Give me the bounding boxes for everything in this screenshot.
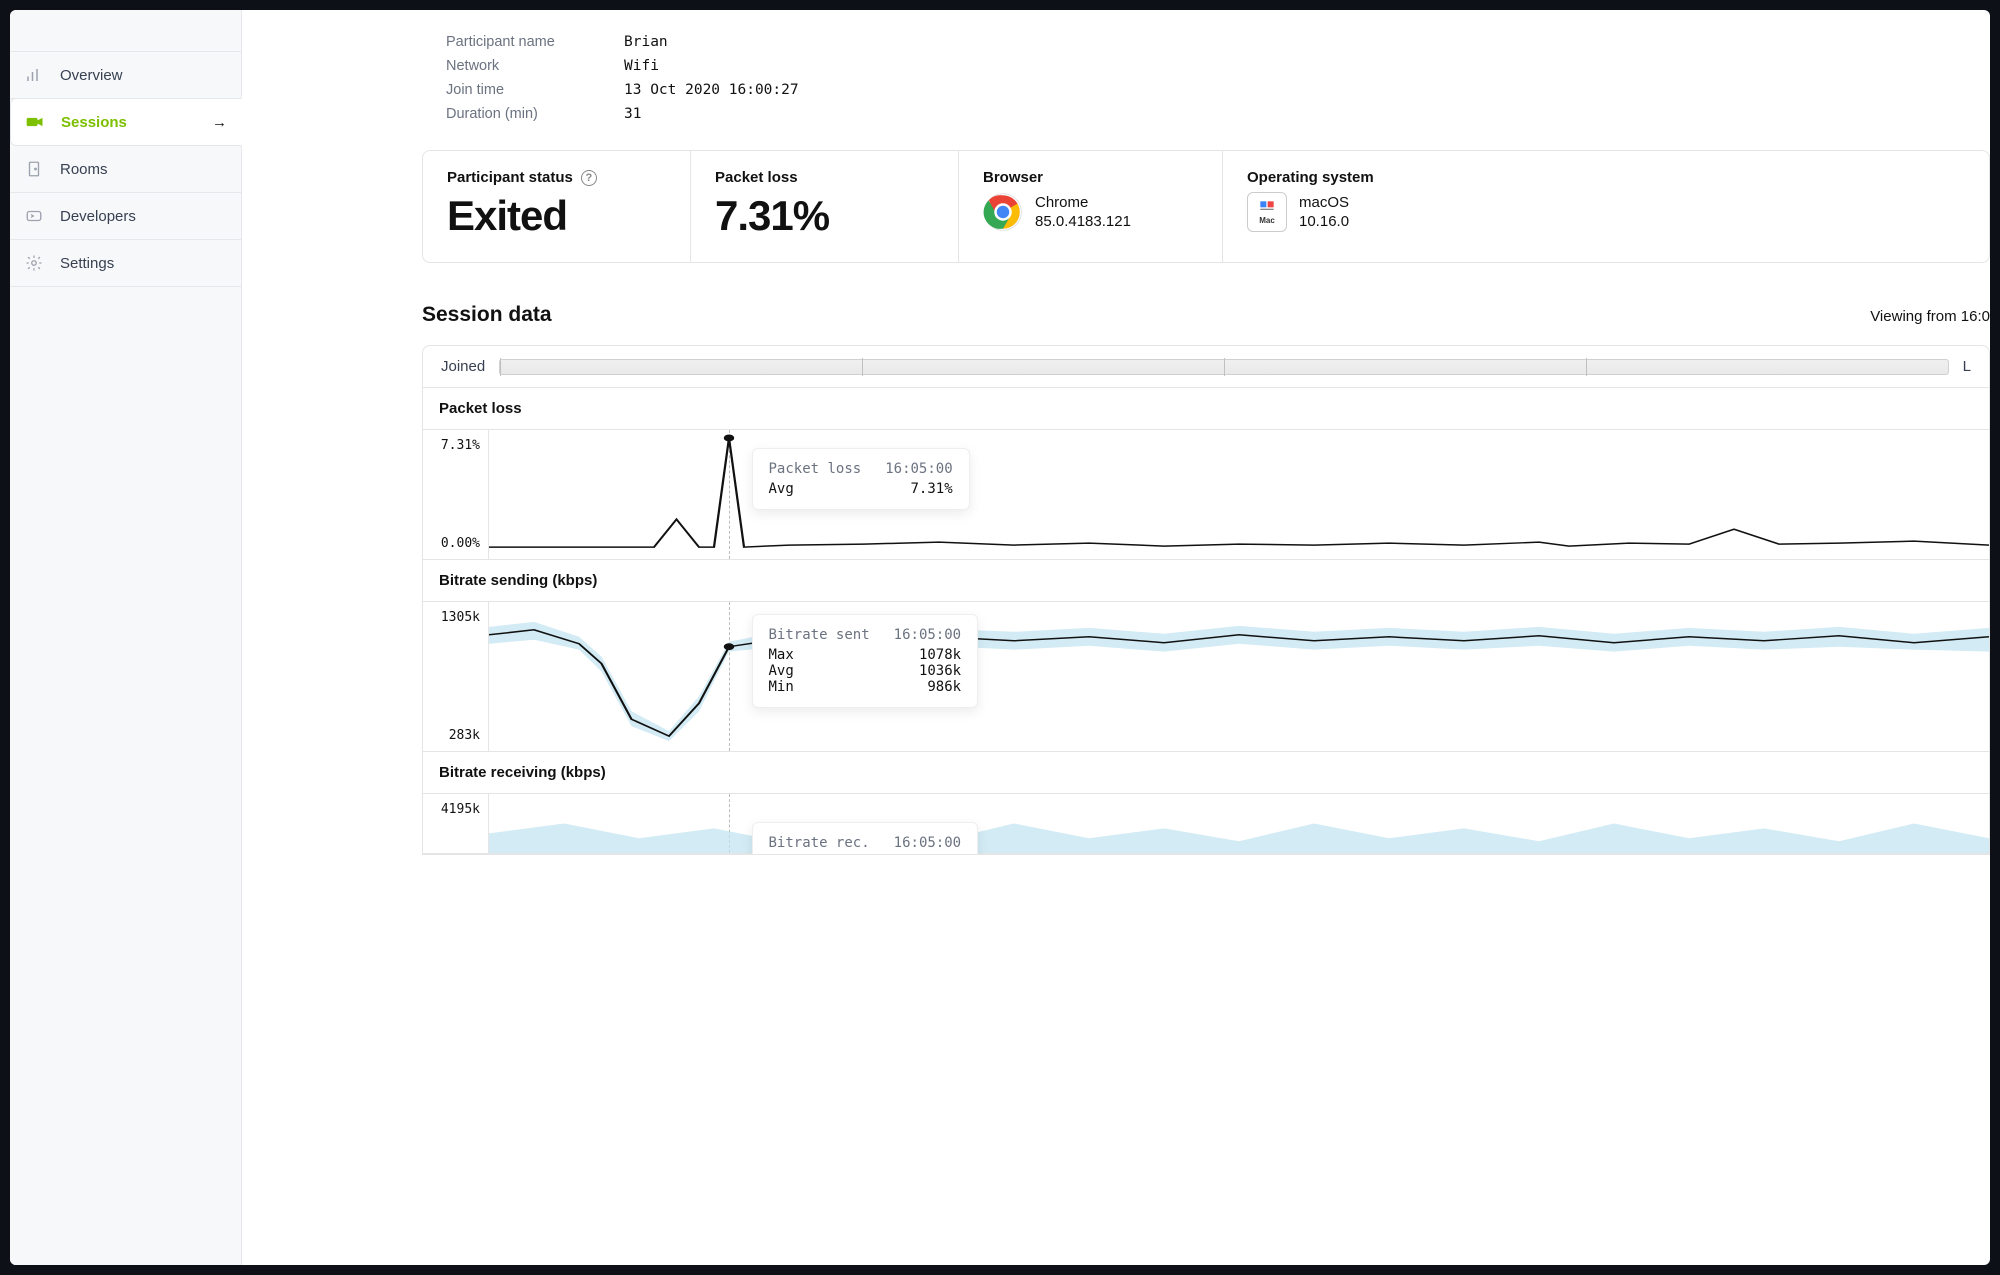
timeline-joined-label: Joined — [441, 358, 485, 375]
tooltip-time: 16:05:00 — [885, 461, 952, 477]
session-data-header: Session data Viewing from 16:0 — [422, 303, 1990, 327]
browser-version: 85.0.4183.121 — [1035, 212, 1131, 232]
chart-bitrate-receiving-title: Bitrate receiving (kbps) — [423, 752, 1989, 793]
sidebar-item-overview[interactable]: Overview — [10, 52, 241, 99]
chart-packet-loss-plot[interactable]: Packet loss 16:05:00 Avg 7.31% — [489, 430, 1989, 559]
sidebar-item-label: Rooms — [60, 161, 108, 178]
chart-bitrate-sending-title: Bitrate sending (kbps) — [423, 560, 1989, 601]
card-status-value: Exited — [447, 192, 666, 240]
yaxis-min: 0.00% — [423, 536, 480, 551]
tooltip-max-value: 1078k — [919, 647, 961, 663]
meta-label-join-time: Join time — [446, 82, 624, 98]
tooltip-packet-loss: Packet loss 16:05:00 Avg 7.31% — [752, 448, 970, 510]
chart-packet-loss-title: Packet loss — [423, 388, 1989, 429]
card-packet-loss-label: Packet loss — [715, 169, 934, 186]
mac-icon: Mac — [1247, 192, 1287, 232]
sidebar-logo-area — [10, 10, 241, 52]
sidebar-item-sessions[interactable]: Sessions → — [10, 98, 242, 146]
browser-name: Chrome — [1035, 193, 1131, 213]
tooltip-bitrate-receiving: Bitrate rec. 16:05:00 — [752, 822, 979, 855]
chart-bitrate-sending-yaxis: 1305k 283k — [423, 602, 489, 751]
meta-value-join-time: 13 Oct 2020 16:00:27 — [624, 82, 799, 98]
tooltip-title: Packet loss — [769, 461, 862, 477]
meta-value-duration: 31 — [624, 106, 641, 122]
sidebar-item-label: Developers — [60, 208, 136, 225]
card-os-label: Operating system — [1247, 169, 1965, 186]
yaxis-max: 4195k — [423, 802, 480, 817]
timeline-left-label: L — [1963, 358, 1971, 375]
meta-label-network: Network — [446, 58, 624, 74]
meta-label-duration: Duration (min) — [446, 106, 624, 122]
card-browser-label: Browser — [983, 169, 1198, 186]
tooltip-avg-label: Avg — [769, 663, 794, 679]
card-os: Operating system Mac macOS 10.16.0 — [1223, 151, 1989, 262]
card-browser: Browser — [959, 151, 1223, 262]
yaxis-max: 7.31% — [423, 438, 480, 453]
sidebar-item-label: Overview — [60, 67, 123, 84]
tooltip-min-value: 986k — [927, 679, 961, 695]
gear-icon — [24, 253, 44, 273]
main-content: Participant name Brian Network Wifi Join… — [242, 10, 1990, 1265]
charts-panel: Joined L Packet loss 7.31% 0.00% — [422, 345, 1990, 855]
tooltip-bitrate-sending: Bitrate sent 16:05:00 Max 1078k Avg 1036… — [752, 614, 979, 708]
card-status-label: Participant status — [447, 169, 573, 186]
help-icon[interactable]: ? — [581, 170, 597, 186]
arrow-right-icon: → — [212, 114, 227, 131]
sidebar-item-label: Settings — [60, 255, 114, 272]
sidebar-item-rooms[interactable]: Rooms — [10, 146, 241, 193]
sidebar-item-developers[interactable]: Developers — [10, 193, 241, 240]
meta-label-name: Participant name — [446, 34, 624, 50]
tooltip-time: 16:05:00 — [894, 835, 961, 851]
chart-bitrate-sending: Bitrate sending (kbps) 1305k 283k — [423, 560, 1989, 752]
card-packet-loss: Packet loss 7.31% — [691, 151, 959, 262]
chart-bitrate-receiving-plot[interactable]: Bitrate rec. 16:05:00 — [489, 794, 1989, 853]
timeline-scrubber[interactable] — [499, 359, 1948, 375]
stats-cards: Participant status ? Exited Packet loss … — [422, 150, 1990, 263]
yaxis-min: 283k — [423, 728, 480, 743]
sidebar: Overview Sessions → Rooms Developers — [10, 10, 242, 1265]
door-icon — [24, 159, 44, 179]
chart-bitrate-sending-plot[interactable]: Bitrate sent 16:05:00 Max 1078k Avg 1036… — [489, 602, 1989, 751]
meta-value-network: Wifi — [624, 58, 659, 74]
terminal-icon — [24, 206, 44, 226]
chrome-icon — [983, 192, 1023, 232]
sidebar-item-label: Sessions — [61, 114, 127, 131]
tooltip-min-label: Min — [769, 679, 794, 695]
tooltip-avg-value: 7.31% — [911, 481, 953, 497]
chart-packet-loss: Packet loss 7.31% 0.00% — [423, 388, 1989, 560]
participant-meta: Participant name Brian Network Wifi Join… — [446, 30, 1990, 126]
session-data-title: Session data — [422, 303, 552, 327]
sidebar-item-settings[interactable]: Settings — [10, 240, 241, 287]
chart-bitrate-receiving-yaxis: 4195k — [423, 794, 489, 853]
yaxis-max: 1305k — [423, 610, 480, 625]
bar-chart-icon — [24, 65, 44, 85]
os-version: 10.16.0 — [1299, 212, 1349, 232]
video-camera-icon — [25, 112, 45, 132]
tooltip-avg-value: 1036k — [919, 663, 961, 679]
card-status: Participant status ? Exited — [423, 151, 691, 262]
chart-packet-loss-yaxis: 7.31% 0.00% — [423, 430, 489, 559]
meta-value-name: Brian — [624, 34, 668, 50]
tooltip-avg-label: Avg — [769, 481, 794, 497]
os-name: macOS — [1299, 193, 1349, 213]
viewing-range: Viewing from 16:0 — [1870, 308, 1990, 325]
os-badge: Mac — [1259, 216, 1275, 225]
chart-bitrate-receiving: Bitrate receiving (kbps) 4195k — [423, 752, 1989, 854]
tooltip-time: 16:05:00 — [894, 627, 961, 643]
timeline-row: Joined L — [423, 346, 1989, 388]
tooltip-title: Bitrate rec. — [769, 835, 870, 851]
tooltip-max-label: Max — [769, 647, 794, 663]
tooltip-title: Bitrate sent — [769, 627, 870, 643]
card-packet-loss-value: 7.31% — [715, 192, 934, 240]
